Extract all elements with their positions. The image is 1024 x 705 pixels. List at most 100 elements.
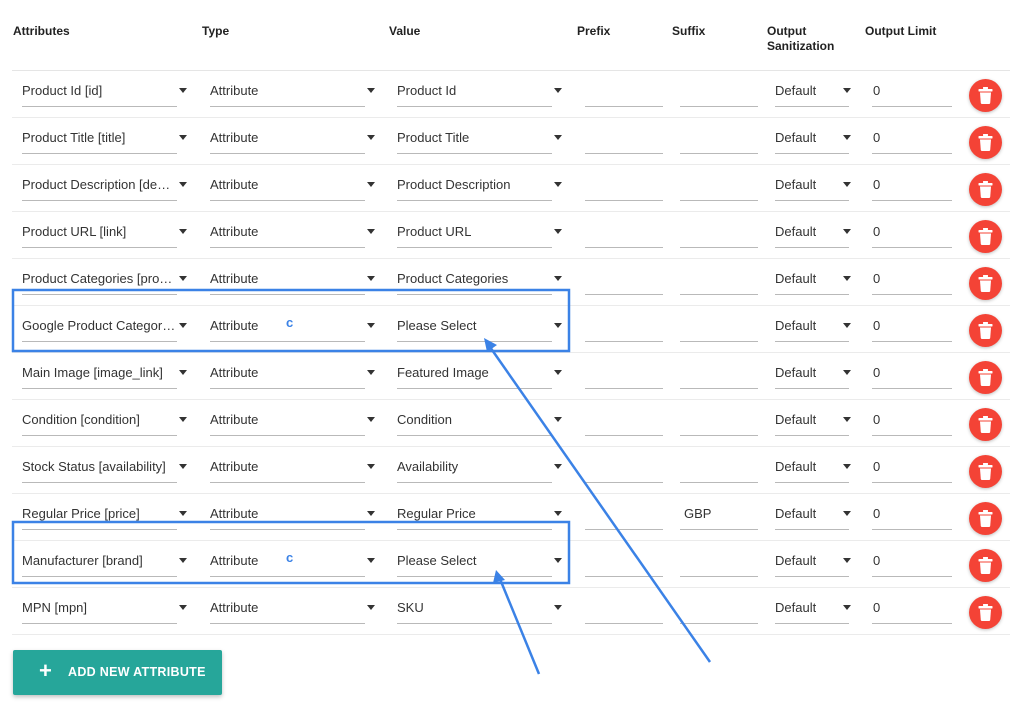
- output-limit-input[interactable]: 0: [872, 71, 952, 107]
- attribute-select[interactable]: MPN [mpn]: [22, 588, 187, 624]
- delete-row-button[interactable]: [969, 408, 1002, 441]
- delete-row-button[interactable]: [969, 173, 1002, 206]
- type-select[interactable]: Attribute: [210, 588, 375, 624]
- output-limit-input[interactable]: 0: [872, 447, 952, 483]
- type-select[interactable]: Attribute: [210, 165, 375, 201]
- suffix-input[interactable]: [680, 400, 758, 436]
- output-limit-input[interactable]: 0: [872, 306, 952, 342]
- output-limit-input[interactable]: 0: [872, 494, 952, 530]
- delete-row-button[interactable]: [969, 596, 1002, 629]
- value-select[interactable]: Please Select: [397, 541, 562, 577]
- attribute-select[interactable]: Condition [condition]: [22, 400, 187, 436]
- output-sanitization-select[interactable]: Default: [775, 541, 851, 577]
- suffix-input[interactable]: [680, 447, 758, 483]
- output-limit-input[interactable]: 0: [872, 165, 952, 201]
- value-select[interactable]: Please Select: [397, 306, 562, 342]
- output-sanitization-select[interactable]: Default: [775, 353, 851, 389]
- output-limit-input-value: 0: [873, 365, 881, 380]
- delete-row-button[interactable]: [969, 502, 1002, 535]
- prefix-input[interactable]: [585, 400, 663, 436]
- delete-row-button[interactable]: [969, 455, 1002, 488]
- attribute-select[interactable]: Product Description [description]: [22, 165, 187, 201]
- value-select[interactable]: Product Id: [397, 71, 562, 107]
- output-sanitization-select[interactable]: Default: [775, 447, 851, 483]
- output-sanitization-select[interactable]: Default: [775, 71, 851, 107]
- attribute-select[interactable]: Regular Price [price]: [22, 494, 187, 530]
- output-limit-input[interactable]: 0: [872, 259, 952, 295]
- prefix-input[interactable]: [585, 353, 663, 389]
- output-sanitization-select[interactable]: Default: [775, 165, 851, 201]
- attribute-select[interactable]: Main Image [image_link]: [22, 353, 187, 389]
- delete-row-button[interactable]: [969, 549, 1002, 582]
- type-select-value: Attribute: [210, 553, 259, 568]
- type-select[interactable]: Attribute: [210, 71, 375, 107]
- value-select[interactable]: Product Categories: [397, 259, 562, 295]
- delete-row-button[interactable]: [969, 361, 1002, 394]
- value-select[interactable]: Featured Image: [397, 353, 562, 389]
- output-sanitization-select[interactable]: Default: [775, 588, 851, 624]
- prefix-input[interactable]: [585, 165, 663, 201]
- value-select[interactable]: Regular Price: [397, 494, 562, 530]
- output-sanitization-select[interactable]: Default: [775, 259, 851, 295]
- type-select[interactable]: Attribute: [210, 353, 375, 389]
- prefix-input[interactable]: [585, 588, 663, 624]
- prefix-input[interactable]: [585, 118, 663, 154]
- suffix-input[interactable]: [680, 212, 758, 248]
- suffix-input[interactable]: [680, 118, 758, 154]
- value-select[interactable]: SKU: [397, 588, 562, 624]
- prefix-input[interactable]: [585, 447, 663, 483]
- delete-row-button[interactable]: [969, 314, 1002, 347]
- output-sanitization-select[interactable]: Default: [775, 400, 851, 436]
- trash-icon: [978, 87, 993, 104]
- attribute-select[interactable]: Stock Status [availability]: [22, 447, 187, 483]
- suffix-input[interactable]: [680, 588, 758, 624]
- output-sanitization-select[interactable]: Default: [775, 118, 851, 154]
- output-limit-input[interactable]: 0: [872, 588, 952, 624]
- output-sanitization-select[interactable]: Default: [775, 306, 851, 342]
- caret-down-icon: [179, 370, 187, 375]
- type-select[interactable]: Attribute: [210, 494, 375, 530]
- delete-row-button[interactable]: [969, 267, 1002, 300]
- attribute-select[interactable]: Product Id [id]: [22, 71, 187, 107]
- output-limit-input[interactable]: 0: [872, 353, 952, 389]
- value-select[interactable]: Product URL: [397, 212, 562, 248]
- type-select[interactable]: Attribute: [210, 447, 375, 483]
- output-limit-input[interactable]: 0: [872, 118, 952, 154]
- attribute-select[interactable]: Manufacturer [brand]: [22, 541, 187, 577]
- output-limit-input[interactable]: 0: [872, 212, 952, 248]
- type-select[interactable]: Attribute: [210, 400, 375, 436]
- prefix-input[interactable]: [585, 306, 663, 342]
- type-select[interactable]: Attribute: [210, 259, 375, 295]
- prefix-input[interactable]: [585, 212, 663, 248]
- output-sanitization-select[interactable]: Default: [775, 494, 851, 530]
- delete-row-button[interactable]: [969, 126, 1002, 159]
- prefix-input[interactable]: [585, 541, 663, 577]
- value-select[interactable]: Availability: [397, 447, 562, 483]
- add-new-attribute-button[interactable]: + ADD NEW ATTRIBUTE: [13, 650, 222, 695]
- attribute-select[interactable]: Product URL [link]: [22, 212, 187, 248]
- value-select[interactable]: Condition: [397, 400, 562, 436]
- attribute-select[interactable]: Product Categories [product_type]: [22, 259, 187, 295]
- value-select[interactable]: Product Description: [397, 165, 562, 201]
- prefix-input[interactable]: [585, 71, 663, 107]
- attribute-select[interactable]: Google Product Category [google_product_…: [22, 306, 187, 342]
- attribute-select[interactable]: Product Title [title]: [22, 118, 187, 154]
- suffix-input[interactable]: [680, 353, 758, 389]
- suffix-input[interactable]: [680, 259, 758, 295]
- value-select[interactable]: Product Title: [397, 118, 562, 154]
- prefix-input[interactable]: [585, 494, 663, 530]
- suffix-input[interactable]: [680, 165, 758, 201]
- type-select[interactable]: Attribute: [210, 212, 375, 248]
- output-sanitization-select[interactable]: Default: [775, 212, 851, 248]
- suffix-input[interactable]: [680, 541, 758, 577]
- suffix-input[interactable]: [680, 306, 758, 342]
- type-select[interactable]: Attribute: [210, 118, 375, 154]
- delete-row-button[interactable]: [969, 220, 1002, 253]
- suffix-input[interactable]: GBP: [680, 494, 758, 530]
- caret-down-icon: [367, 88, 375, 93]
- prefix-input[interactable]: [585, 259, 663, 295]
- delete-row-button[interactable]: [969, 79, 1002, 112]
- suffix-input[interactable]: [680, 71, 758, 107]
- output-limit-input[interactable]: 0: [872, 541, 952, 577]
- output-limit-input[interactable]: 0: [872, 400, 952, 436]
